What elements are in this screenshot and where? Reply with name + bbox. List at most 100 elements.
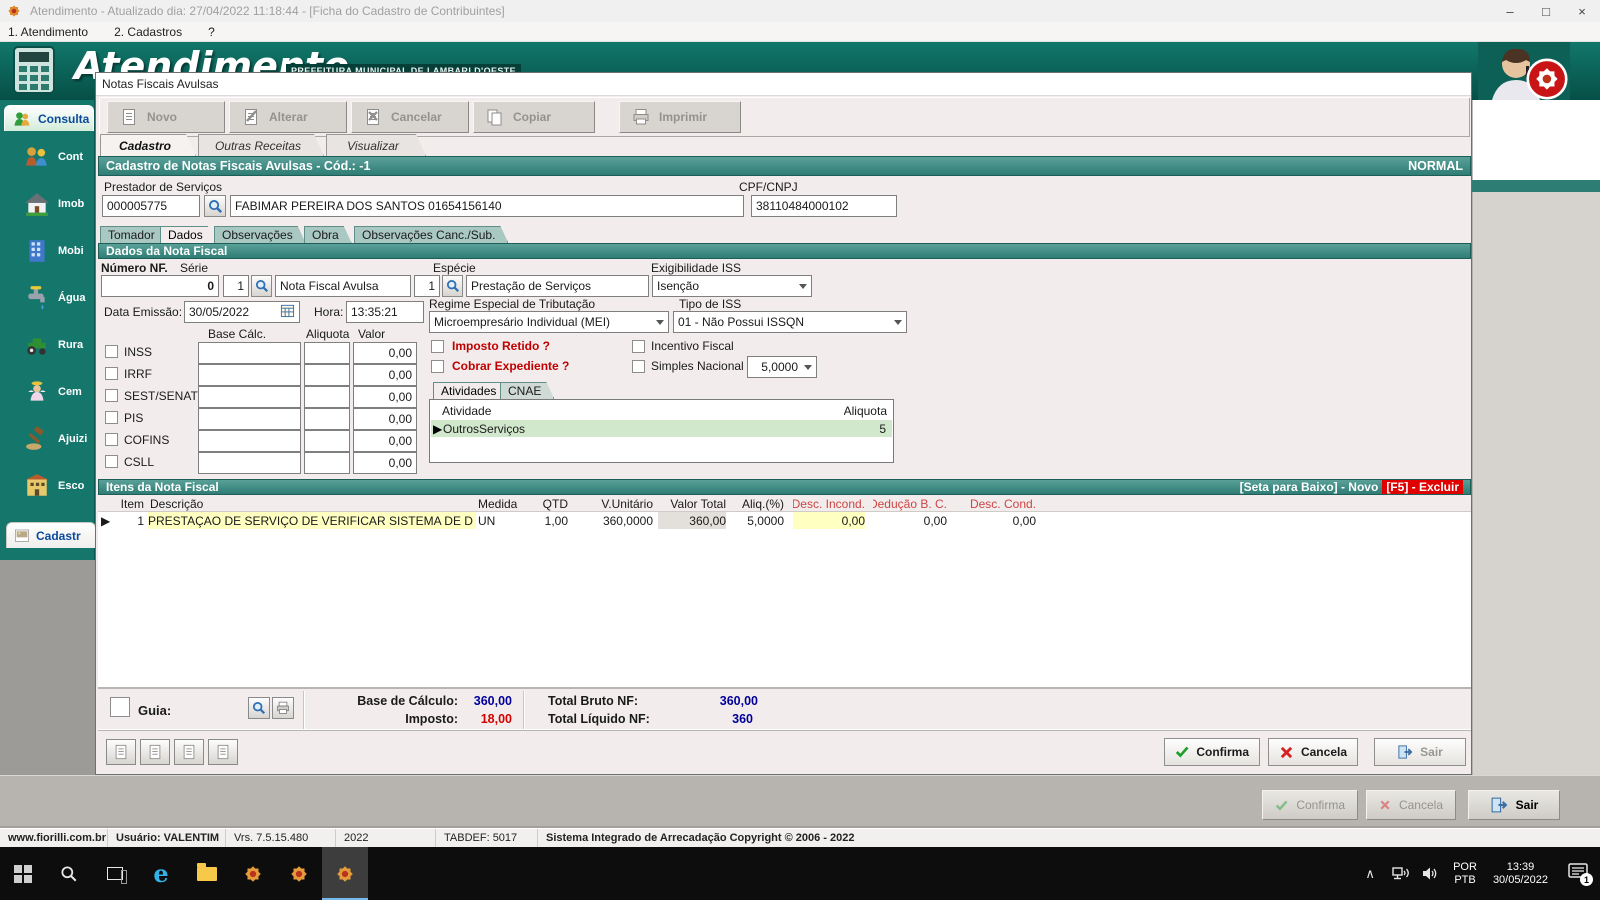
pis-valor-input[interactable]: 0,00 bbox=[353, 408, 417, 430]
regime-select[interactable]: Microempresário Individual (MEI) bbox=[429, 311, 669, 333]
cofins-checkbox[interactable] bbox=[105, 433, 118, 446]
sest-senat-valor-input[interactable]: 0,00 bbox=[353, 386, 417, 408]
tipo-iss-select[interactable]: 01 - Não Possui ISSQN bbox=[673, 311, 907, 333]
cofins-valor-input[interactable]: 0,00 bbox=[353, 430, 417, 452]
simples-valor-select[interactable]: 5,0000 bbox=[747, 356, 817, 378]
inss-base-input[interactable] bbox=[198, 342, 301, 364]
action-center-button[interactable]: 1 bbox=[1556, 847, 1600, 900]
task-view-button[interactable] bbox=[92, 847, 138, 900]
tray-volume[interactable] bbox=[1415, 847, 1445, 900]
fiorilli-app-button-2[interactable] bbox=[276, 847, 322, 900]
irrf-checkbox[interactable] bbox=[105, 367, 118, 380]
outer-sair-button[interactable]: Sair bbox=[1468, 790, 1560, 820]
maximize-button[interactable]: □ bbox=[1528, 0, 1564, 22]
especie-desc-input[interactable]: Prestação de Serviços bbox=[466, 275, 649, 297]
tray-language[interactable]: POR PTB bbox=[1445, 861, 1485, 887]
file-explorer-button[interactable] bbox=[184, 847, 230, 900]
report-button-3[interactable] bbox=[174, 739, 204, 765]
cofins-aliquota-input[interactable] bbox=[304, 430, 350, 452]
irrf-base-input[interactable] bbox=[198, 364, 301, 386]
atividade-row[interactable]: ▶ OutrosServiços 5 bbox=[431, 420, 892, 437]
irrf-valor-input[interactable]: 0,00 bbox=[353, 364, 417, 386]
pis-aliquota-input[interactable] bbox=[304, 408, 350, 430]
irrf-aliquota-input[interactable] bbox=[304, 364, 350, 386]
sidebar-tab-cadastro[interactable]: Cadastr bbox=[6, 522, 96, 548]
tab-cnae[interactable]: CNAE bbox=[500, 382, 554, 399]
fiorilli-app-button-1[interactable] bbox=[230, 847, 276, 900]
csll-checkbox[interactable] bbox=[105, 455, 118, 468]
exigibilidade-iss-select[interactable]: Isenção bbox=[652, 275, 812, 297]
prestador-search-button[interactable] bbox=[204, 195, 226, 217]
csll-valor-input[interactable]: 0,00 bbox=[353, 452, 417, 474]
sest-senat-checkbox[interactable] bbox=[105, 389, 118, 402]
especie-input[interactable]: 1 bbox=[414, 275, 440, 297]
serie-desc-input[interactable]: Nota Fiscal Avulsa bbox=[275, 275, 411, 297]
tab-outras-receitas[interactable]: Outras Receitas bbox=[198, 134, 324, 156]
tab-cadastro[interactable]: Cadastro bbox=[100, 134, 196, 156]
imprimir-button[interactable]: Imprimir bbox=[619, 101, 741, 133]
confirma-button[interactable]: Confirma bbox=[1164, 738, 1260, 766]
tray-network[interactable] bbox=[1385, 847, 1415, 900]
report-button-4[interactable] bbox=[208, 739, 238, 765]
menu-cadastros[interactable]: 2. Cadastros bbox=[114, 25, 182, 39]
menu-help[interactable]: ? bbox=[208, 25, 215, 39]
inss-valor-input[interactable]: 0,00 bbox=[353, 342, 417, 364]
serie-search-button[interactable] bbox=[251, 275, 272, 297]
tab-dados[interactable]: Dados bbox=[160, 226, 216, 243]
guia-checkbox[interactable] bbox=[110, 697, 130, 717]
close-button[interactable]: × bbox=[1564, 0, 1600, 22]
data-emissao-input[interactable]: 30/05/2022 bbox=[184, 301, 300, 323]
tray-clock[interactable]: 13:39 30/05/2022 bbox=[1485, 861, 1556, 887]
hora-input[interactable]: 13:35:21 bbox=[346, 301, 424, 323]
search-icon bbox=[61, 865, 77, 881]
sidebar-item-consulta[interactable]: Consulta bbox=[4, 105, 94, 131]
tab-observacoes-canc-sub[interactable]: Observações Canc./Sub. bbox=[354, 226, 508, 243]
numero-nf-input[interactable]: 0 bbox=[101, 275, 219, 297]
copiar-button[interactable]: Copiar bbox=[473, 101, 595, 133]
alterar-button[interactable]: Alterar bbox=[229, 101, 347, 133]
minimize-button[interactable]: – bbox=[1492, 0, 1528, 22]
sair-button[interactable]: Sair bbox=[1374, 738, 1466, 766]
cofins-base-input[interactable] bbox=[198, 430, 301, 452]
report-button-1[interactable] bbox=[106, 739, 136, 765]
menu-atendimento[interactable]: 1. Atendimento bbox=[8, 25, 88, 39]
imposto-retido-checkbox[interactable] bbox=[431, 340, 444, 353]
especie-search-button[interactable] bbox=[442, 275, 463, 297]
serie-input[interactable]: 1 bbox=[223, 275, 249, 297]
guia-view-button[interactable] bbox=[248, 697, 270, 719]
cobrar-expediente-checkbox[interactable] bbox=[431, 360, 444, 373]
tray-chevron-up[interactable]: ∧ bbox=[1355, 847, 1385, 900]
itens-grid-body[interactable] bbox=[98, 529, 1471, 687]
inss-aliquota-input[interactable] bbox=[304, 342, 350, 364]
taskbar-search-button[interactable] bbox=[46, 847, 92, 900]
novo-button[interactable]: Novo bbox=[107, 101, 225, 133]
inss-checkbox[interactable] bbox=[105, 345, 118, 358]
prestador-name-input[interactable]: FABIMAR PEREIRA DOS SANTOS 01654156140 bbox=[230, 195, 744, 217]
fiorilli-app-button-active[interactable] bbox=[322, 847, 368, 900]
report-button-2[interactable] bbox=[140, 739, 170, 765]
simples-nacional-checkbox[interactable] bbox=[632, 360, 645, 373]
tab-tomador[interactable]: Tomador bbox=[100, 226, 168, 243]
incentivo-fiscal-checkbox[interactable] bbox=[632, 340, 645, 353]
cancelar-button[interactable]: Cancelar bbox=[351, 101, 469, 133]
tab-obra[interactable]: Obra bbox=[304, 226, 352, 243]
itens-row[interactable]: ▶ 1 PRESTAÇAO DE SERVIÇO DE VERIFICAR SI… bbox=[98, 512, 1471, 529]
csll-base-input[interactable] bbox=[198, 452, 301, 474]
calendar-button[interactable] bbox=[280, 303, 295, 321]
prestador-code-input[interactable]: 000005775 bbox=[102, 195, 200, 217]
cpf-cnpj-input[interactable]: 38110484000102 bbox=[751, 195, 897, 217]
outer-cancela-button[interactable]: Cancela bbox=[1366, 790, 1456, 820]
pis-checkbox[interactable] bbox=[105, 411, 118, 424]
outer-confirma-button[interactable]: Confirma bbox=[1262, 790, 1358, 820]
edge-button[interactable]: e bbox=[138, 847, 184, 900]
tab-observacoes[interactable]: Observações bbox=[214, 226, 306, 243]
start-button[interactable] bbox=[0, 847, 46, 900]
tab-atividades[interactable]: Atividades bbox=[433, 382, 509, 399]
sest-senat-base-input[interactable] bbox=[198, 386, 301, 408]
cancela-button[interactable]: Cancela bbox=[1268, 738, 1358, 766]
csll-aliquota-input[interactable] bbox=[304, 452, 350, 474]
tab-visualizar[interactable]: Visualizar bbox=[326, 134, 426, 156]
pis-base-input[interactable] bbox=[198, 408, 301, 430]
sest-senat-aliquota-input[interactable] bbox=[304, 386, 350, 408]
guia-print-button[interactable] bbox=[272, 697, 294, 719]
